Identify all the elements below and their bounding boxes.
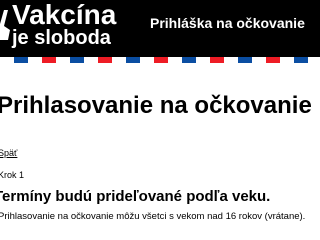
back-link[interactable]: Späť <box>0 148 17 159</box>
notice-heading: Termíny budú prideľované podľa veku. <box>0 188 271 205</box>
page-title: Prihlasovanie na očkovanie <box>0 92 312 119</box>
site-header: Vakcína je sloboda Prihláška na očkovani… <box>0 0 320 57</box>
logo-subtitle[interactable]: je sloboda <box>12 26 111 50</box>
flag-stripe-divider <box>0 57 320 63</box>
step-indicator: Krok 1 <box>0 170 25 180</box>
registration-nav-link[interactable]: Prihláška na očkovanie <box>150 14 305 32</box>
notice-text: Prihlasovanie na očkovanie môžu všetci s… <box>0 211 306 222</box>
